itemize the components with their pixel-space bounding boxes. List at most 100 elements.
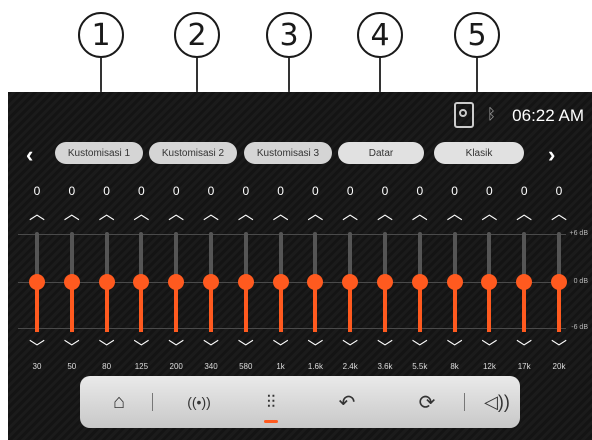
band-down-chevron-icon[interactable]: ︿	[370, 336, 400, 360]
band-up-chevron-icon[interactable]: ︿	[92, 200, 122, 224]
band-down-chevron-icon[interactable]: ︿	[92, 336, 122, 360]
band-down-chevron-icon[interactable]: ︿	[509, 336, 539, 360]
band-down-chevron-icon[interactable]: ︿	[22, 336, 52, 360]
equalizer-icon[interactable]: ⫶⫶	[256, 388, 286, 416]
radio-broadcast-icon[interactable]: ((•))	[176, 388, 222, 416]
band-down-chevron-icon[interactable]: ︿	[196, 336, 226, 360]
callout-1: 1	[78, 12, 124, 58]
band-gain-value: 0	[451, 184, 458, 198]
callout-3: 3	[266, 12, 312, 58]
volume-icon[interactable]: ◁))	[482, 388, 512, 416]
band-gain-value: 0	[277, 184, 284, 198]
home-icon[interactable]: ⌂	[104, 388, 134, 416]
db-label-zero: 0 dB	[573, 278, 588, 285]
band-slider-knob[interactable]	[551, 274, 567, 290]
status-bar: ᛒ 06:22 AM	[8, 92, 592, 138]
band-slider-knob[interactable]	[133, 274, 150, 290]
band-slider-knob[interactable]	[516, 274, 533, 290]
preset-klasik[interactable]: Klasik	[434, 142, 524, 164]
preset-datar[interactable]: Datar	[338, 142, 424, 164]
band-up-chevron-icon[interactable]: ︿	[22, 200, 52, 224]
nav-divider	[464, 393, 465, 411]
band-slider-knob[interactable]	[203, 274, 219, 290]
band-gain-value: 0	[207, 184, 215, 198]
band-down-chevron-icon[interactable]: ︿	[544, 336, 574, 360]
band-up-chevron-icon[interactable]: ︿	[474, 200, 504, 224]
band-slider-knob[interactable]	[411, 274, 428, 290]
phone-link-icon[interactable]	[454, 102, 474, 128]
band-slider-knob[interactable]	[377, 274, 393, 290]
band-up-chevron-icon[interactable]: ︿	[300, 200, 330, 224]
band-slider-knob[interactable]	[272, 274, 289, 290]
clock: 06:22 AM	[512, 106, 584, 125]
band-gain-value: 0	[416, 184, 424, 198]
band-up-chevron-icon[interactable]: ︿	[126, 200, 156, 224]
db-line-top	[18, 234, 566, 235]
band-down-chevron-icon[interactable]: ︿	[266, 336, 296, 360]
band-up-chevron-icon[interactable]: ︿	[370, 200, 400, 224]
band-down-chevron-icon[interactable]: ︿	[300, 336, 330, 360]
band-up-chevron-icon[interactable]: ︿	[231, 200, 261, 224]
callout-number: 5	[467, 17, 487, 53]
band-up-chevron-icon[interactable]: ︿	[57, 200, 87, 224]
band-gain-value: 0	[346, 184, 354, 198]
band-gain-value: 0	[381, 184, 389, 198]
nav-divider	[152, 393, 153, 411]
band-down-chevron-icon[interactable]: ︿	[405, 336, 435, 360]
band-up-chevron-icon[interactable]: ︿	[161, 200, 191, 224]
band-slider-knob[interactable]	[168, 274, 185, 290]
band-down-chevron-icon[interactable]: ︿	[161, 336, 191, 360]
band-slider-knob[interactable]	[237, 274, 254, 290]
band-gain-value: 0	[555, 184, 563, 198]
band-gain-value: 0	[486, 184, 493, 198]
band-down-chevron-icon[interactable]: ︿	[474, 336, 504, 360]
band-up-chevron-icon[interactable]: ︿	[509, 200, 539, 224]
callout-4: 4	[357, 12, 403, 58]
band-frequency-label: 20k	[552, 362, 566, 371]
band-slider-knob[interactable]	[29, 274, 45, 290]
band-slider-knob[interactable]	[481, 274, 498, 290]
band-up-chevron-icon[interactable]: ︿	[440, 200, 470, 224]
band-gain-value: 0	[33, 184, 41, 198]
db-label-top: +6 dB	[569, 230, 589, 237]
band-up-chevron-icon[interactable]: ︿	[196, 200, 226, 224]
band-up-chevron-icon[interactable]: ︿	[266, 200, 296, 224]
prev-preset-button[interactable]: ‹	[26, 142, 33, 168]
callout-number: 4	[370, 17, 390, 53]
band-down-chevron-icon[interactable]: ︿	[231, 336, 261, 360]
band-gain-value: 0	[520, 184, 528, 198]
band-slider-knob[interactable]	[98, 274, 115, 290]
band-slider-knob[interactable]	[63, 274, 80, 290]
callout-number: 3	[279, 17, 299, 53]
callout-number: 1	[91, 17, 111, 53]
back-icon[interactable]: ↶	[332, 388, 362, 416]
band-gain-value: 0	[138, 184, 145, 198]
band-slider-knob[interactable]	[446, 274, 463, 290]
band-slider-knob[interactable]	[307, 274, 324, 290]
band-down-chevron-icon[interactable]: ︿	[440, 336, 470, 360]
band-up-chevron-icon[interactable]: ︿	[544, 200, 574, 224]
band-gain-value: 0	[103, 184, 110, 198]
head-unit-screen: ᛒ 06:22 AM ‹ Kustomisasi 1 Kustomisasi 2…	[8, 92, 592, 440]
band-up-chevron-icon[interactable]: ︿	[405, 200, 435, 224]
db-label-bottom: -6 dB	[571, 324, 588, 331]
band-up-chevron-icon[interactable]: ︿	[335, 200, 365, 224]
preset-kustomisasi-3[interactable]: Kustomisasi 3	[244, 142, 332, 164]
band-gain-value: 0	[312, 184, 319, 198]
callout-5: 5	[454, 12, 500, 58]
band-gain-value: 0	[172, 184, 180, 198]
db-line-bottom	[18, 328, 566, 329]
callout-number: 2	[187, 17, 207, 53]
band-down-chevron-icon[interactable]: ︿	[57, 336, 87, 360]
active-tab-indicator	[264, 420, 278, 423]
band-slider-knob[interactable]	[342, 274, 359, 290]
callout-2: 2	[174, 12, 220, 58]
preset-kustomisasi-1[interactable]: Kustomisasi 1	[55, 142, 143, 164]
band-down-chevron-icon[interactable]: ︿	[126, 336, 156, 360]
preset-kustomisasi-2[interactable]: Kustomisasi 2	[149, 142, 237, 164]
bottom-navigation-bar: ⌂ ((•)) ⫶⫶ ↶ ⟳ ◁))	[80, 376, 520, 428]
next-preset-button[interactable]: ›	[548, 142, 555, 168]
band-gain-value: 0	[68, 184, 76, 198]
refresh-icon[interactable]: ⟳	[412, 388, 442, 416]
band-down-chevron-icon[interactable]: ︿	[335, 336, 365, 360]
